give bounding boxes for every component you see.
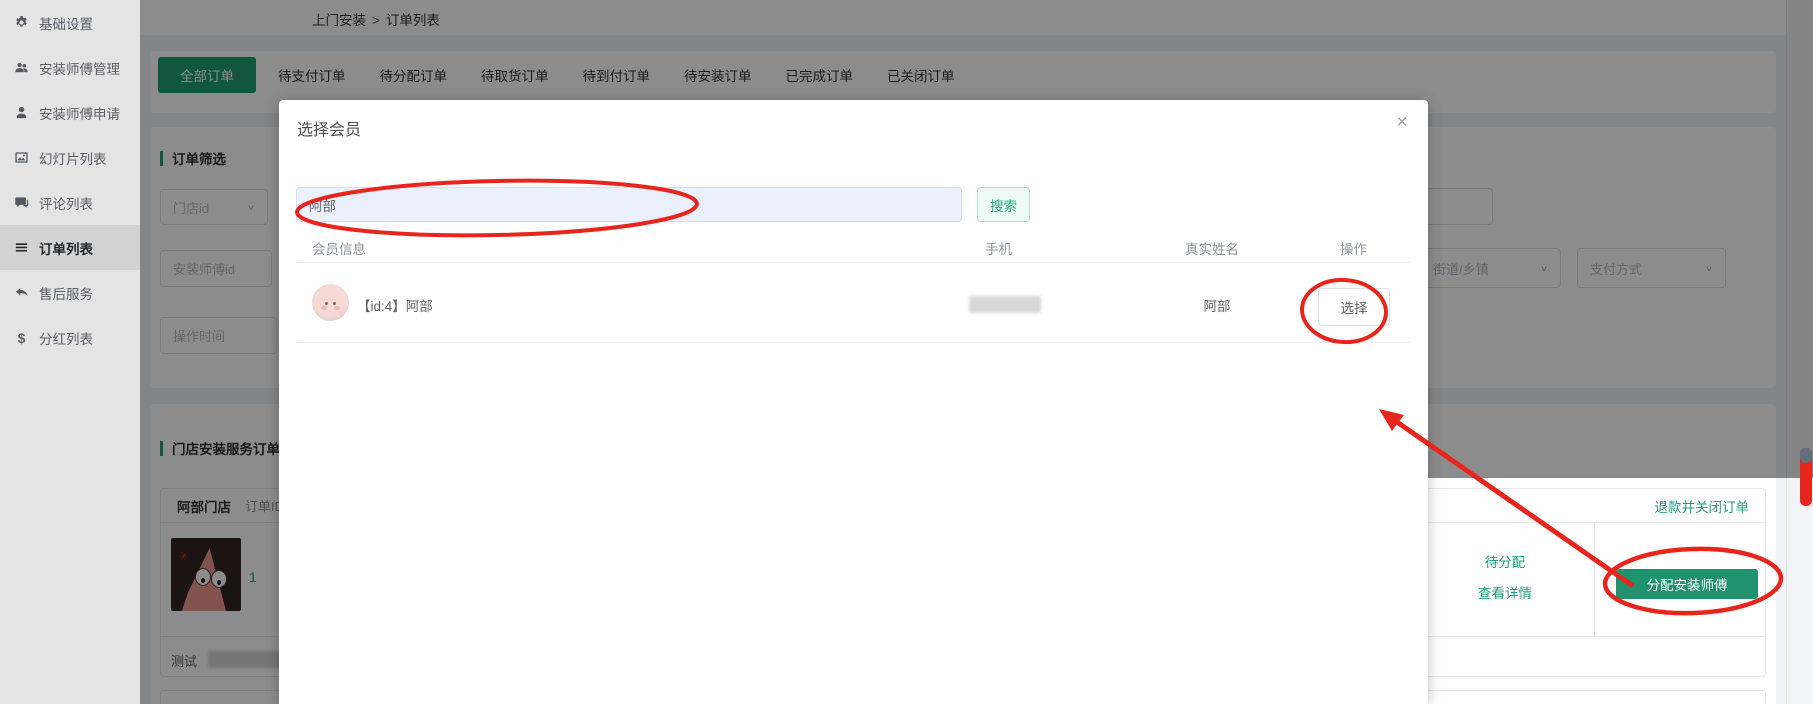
- member-search-value: 阿部: [309, 198, 336, 214]
- view-detail-link[interactable]: 查看详情: [1445, 582, 1565, 602]
- comment-icon: [15, 197, 29, 208]
- order-status-text: 待分配: [1484, 555, 1526, 570]
- slides-icon: [15, 152, 28, 163]
- member-select-button[interactable]: 选择: [1318, 288, 1390, 326]
- sidebar-item-after-sale[interactable]: 售后服务: [0, 270, 140, 315]
- sidebar-item-label: 安装师傅申请: [39, 106, 120, 122]
- modal-close-icon[interactable]: ×: [1387, 108, 1417, 138]
- member-info-text: 【id:4】阿部: [357, 299, 433, 314]
- col-action: 操作: [1340, 242, 1367, 257]
- sidebar-item-installer-management[interactable]: 安装师傅管理: [0, 45, 140, 90]
- sidebar-item-label: 基础设置: [39, 16, 93, 32]
- dollar-icon: $: [17, 329, 26, 346]
- app-root: 上门安装 > 订单列表 全部订单 待支付订单 待分配订单 待取货订单 待到付订单 待…: [0, 0, 1813, 704]
- gear-icon: [16, 15, 27, 27]
- col-real-name: 真实姓名: [1185, 242, 1239, 257]
- sidebar-item-slides[interactable]: 幻灯片列表: [0, 135, 140, 180]
- member-search-input[interactable]: 阿部: [296, 187, 962, 222]
- aftersale-reply-icon: [15, 288, 28, 296]
- sidebar-item-label: 售后服务: [39, 286, 93, 302]
- member-avatar: [312, 284, 349, 321]
- refund-close-link[interactable]: 退款并关闭订单: [1655, 496, 1750, 516]
- users-icon: [15, 62, 28, 73]
- list-icon: [15, 243, 28, 252]
- select-member-modal: 选择会员 × 阿部 搜索 会员信息 手机 真实姓名 操作 【id:4】阿部 阿部…: [279, 100, 1428, 704]
- member-real-name: 阿部: [1203, 299, 1231, 314]
- modal-title: 选择会员: [297, 122, 362, 139]
- table-divider: [296, 262, 1411, 263]
- member-search-button[interactable]: 搜索: [977, 187, 1030, 222]
- user-icon: [16, 106, 27, 119]
- sidebar-item-basic-settings[interactable]: 基础设置: [0, 0, 140, 45]
- sidebar: 基础设置 安装师傅管理 安装师傅申请 幻灯片列表 评论列表 订单列表 售后服务 …: [0, 0, 140, 704]
- assign-installer-button[interactable]: 分配安装师傅: [1616, 569, 1758, 599]
- sidebar-item-label: 幻灯片列表: [39, 151, 107, 167]
- sidebar-item-label: 订单列表: [39, 241, 93, 257]
- member-phone-blurred: [969, 296, 1041, 313]
- sidebar-item-comments[interactable]: 评论列表: [0, 180, 140, 225]
- col-member-info: 会员信息: [312, 242, 366, 257]
- sidebar-item-installer-apply[interactable]: 安装师傅申请: [0, 90, 140, 135]
- sidebar-item-order-list[interactable]: 订单列表: [0, 225, 140, 270]
- col-phone: 手机: [985, 242, 1012, 257]
- sidebar-item-label: 评论列表: [39, 196, 93, 212]
- sidebar-item-label: 安装师傅管理: [39, 61, 120, 77]
- column-divider: [1594, 523, 1595, 636]
- sidebar-item-dividend-list[interactable]: $ 分红列表: [0, 315, 140, 360]
- sidebar-item-label: 分红列表: [39, 331, 93, 347]
- table-divider: [296, 342, 1411, 343]
